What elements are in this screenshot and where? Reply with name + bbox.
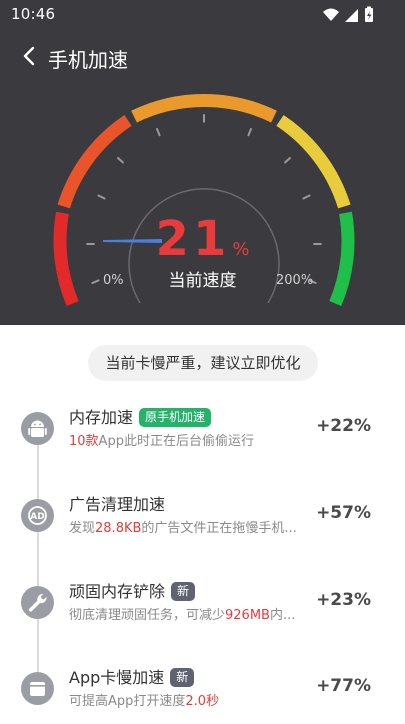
wrench-icon xyxy=(21,586,54,619)
item-title-text: App卡慢加速 xyxy=(69,668,165,687)
item-badge: 原手机加速 xyxy=(139,408,212,427)
list-item-ad-cleanup[interactable]: AD 广告清理加速 发现28.8KB的广告文件正在拖慢手机... +57% xyxy=(0,491,405,551)
desc-prefix: 可提高App打开速度 xyxy=(69,694,186,709)
item-title: 广告清理加速 xyxy=(69,491,165,515)
gauge-segment-orange-red xyxy=(57,114,132,209)
svg-text:AD: AD xyxy=(30,512,44,522)
desc-prefix: 发现 xyxy=(69,521,96,536)
item-title: 顽固内存铲除新 xyxy=(69,578,196,602)
desc-suffix: 的广告文件正在拖慢手机... xyxy=(141,521,297,536)
ad-icon: AD xyxy=(21,499,54,532)
item-title: 内存加速 原手机加速 xyxy=(69,404,212,428)
gauge-min-label: 0% xyxy=(103,273,124,288)
timeline-line xyxy=(37,424,39,704)
speed-unit: % xyxy=(232,239,250,260)
item-title: App卡慢加速新 xyxy=(69,664,195,688)
item-description: 可提高App打开速度2.0秒 xyxy=(69,690,219,709)
gauge-segment-yellow xyxy=(276,114,351,209)
item-gain: +23% xyxy=(316,590,371,610)
item-gain: +22% xyxy=(316,416,371,436)
app-header: 手机加速 xyxy=(0,40,405,74)
back-button[interactable] xyxy=(20,43,42,69)
item-description: 10款App此时正在后台偷偷运行 xyxy=(69,430,254,449)
item-gain: +57% xyxy=(316,503,371,523)
desc-suffix: 内... xyxy=(269,608,296,623)
item-title-text: 广告清理加速 xyxy=(69,495,166,514)
android-icon xyxy=(21,412,54,445)
new-badge: 新 xyxy=(171,582,196,601)
chevron-left-icon xyxy=(23,46,35,66)
desc-prefix: 彻底清理顽固任务，可减少 xyxy=(69,608,226,623)
item-gain: +77% xyxy=(316,676,371,696)
new-badge: 新 xyxy=(170,668,195,687)
list-item-stubborn-memory[interactable]: 顽固内存铲除新 彻底清理顽固任务，可减少926MB内... +23% xyxy=(0,578,405,638)
item-title-text: 顽固内存铲除 xyxy=(69,582,166,601)
desc-suffix: App此时正在后台偷偷运行 xyxy=(98,434,254,449)
status-bar: 10:46 xyxy=(0,0,405,30)
desc-highlight: 28.8KB xyxy=(95,521,142,536)
speed-percent: 21% xyxy=(0,211,405,267)
desc-highlight: 2.0秒 xyxy=(185,694,220,709)
warning-banner: 当前卡慢严重，建议立即优化 xyxy=(88,345,318,381)
speed-label: 当前速度 xyxy=(168,271,237,291)
list-item-memory-speedup[interactable]: 内存加速 原手机加速 10款App此时正在后台偷偷运行 +22% xyxy=(0,404,405,464)
page-title: 手机加速 xyxy=(48,48,128,72)
desc-highlight: 926MB xyxy=(225,608,270,623)
signal-icon xyxy=(345,9,358,22)
item-description: 发现28.8KB的广告文件正在拖慢手机... xyxy=(69,517,297,536)
item-description: 彻底清理顽固任务，可减少926MB内... xyxy=(69,604,295,623)
speed-value: 21 xyxy=(155,211,231,267)
gauge-max-label: 200% xyxy=(276,273,314,288)
app-window-icon xyxy=(21,672,54,705)
speed-panel: 10:46 手机加速 21 % 当前速度 0% 200% xyxy=(0,0,405,325)
list-item-app-speedup[interactable]: App卡慢加速新 可提高App打开速度2.0秒 +77% xyxy=(0,664,405,724)
status-time: 10:46 xyxy=(11,5,56,23)
desc-highlight: 10款 xyxy=(69,434,99,449)
status-icons xyxy=(321,6,381,28)
wifi-icon xyxy=(323,8,339,21)
item-title-text: 内存加速 xyxy=(69,408,134,427)
